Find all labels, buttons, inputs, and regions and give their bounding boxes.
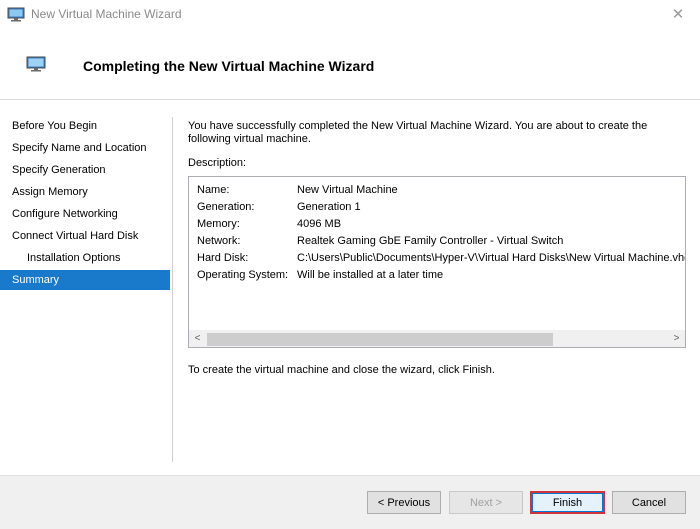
wizard-steps-sidebar: Before You Begin Specify Name and Locati… bbox=[0, 101, 172, 475]
sidebar-divider bbox=[172, 117, 173, 462]
description-value: Generation 1 bbox=[297, 201, 361, 213]
description-key: Generation: bbox=[197, 201, 255, 213]
sidebar-item-specify-name-and-location[interactable]: Specify Name and Location bbox=[0, 138, 170, 158]
horizontal-scrollbar[interactable]: < > bbox=[189, 330, 685, 347]
summary-content: You have successfully completed the New … bbox=[188, 120, 688, 146]
description-value: Will be installed at a later time bbox=[297, 269, 444, 281]
intro-text: You have successfully completed the New … bbox=[188, 120, 648, 145]
description-box[interactable]: Name: New Virtual Machine Generation: Ge… bbox=[188, 176, 686, 348]
cancel-button[interactable]: Cancel bbox=[612, 491, 686, 514]
description-key: Name: bbox=[197, 184, 230, 196]
sidebar-item-configure-networking[interactable]: Configure Networking bbox=[0, 204, 170, 224]
previous-button[interactable]: < Previous bbox=[367, 491, 441, 514]
sidebar-item-installation-options[interactable]: Installation Options bbox=[0, 248, 170, 268]
window-title: New Virtual Machine Wizard bbox=[31, 7, 182, 21]
description-key: Memory: bbox=[197, 218, 240, 230]
sidebar-item-before-you-begin[interactable]: Before You Begin bbox=[0, 116, 170, 136]
wizard-header: Completing the New Virtual Machine Wizar… bbox=[0, 28, 700, 100]
monitor-icon bbox=[7, 7, 25, 21]
scrollbar-thumb[interactable] bbox=[207, 333, 553, 346]
sidebar-item-connect-virtual-hard-disk[interactable]: Connect Virtual Hard Disk bbox=[0, 226, 170, 246]
title-bar: New Virtual Machine Wizard ✕ bbox=[0, 0, 700, 28]
finish-button[interactable]: Finish bbox=[530, 491, 605, 514]
sidebar-item-assign-memory[interactable]: Assign Memory bbox=[0, 182, 170, 202]
scroll-right-arrow-icon[interactable]: > bbox=[668, 331, 685, 347]
sidebar-item-specify-generation[interactable]: Specify Generation bbox=[0, 160, 170, 180]
close-button[interactable]: ✕ bbox=[656, 0, 700, 28]
sidebar-item-summary[interactable]: Summary bbox=[0, 270, 170, 290]
close-icon: ✕ bbox=[671, 6, 685, 23]
description-key: Network: bbox=[197, 235, 241, 247]
next-button[interactable]: Next > bbox=[449, 491, 523, 514]
description-value: C:\Users\Public\Documents\Hyper-V\Virtua… bbox=[297, 252, 686, 264]
finish-instruction: To create the virtual machine and close … bbox=[188, 364, 495, 376]
button-bar: < Previous Next > Finish Cancel bbox=[0, 476, 700, 529]
page-title: Completing the New Virtual Machine Wizar… bbox=[83, 58, 375, 74]
description-key: Hard Disk: bbox=[197, 252, 249, 264]
scroll-left-arrow-icon[interactable]: < bbox=[189, 331, 206, 347]
description-label: Description: bbox=[188, 157, 247, 169]
description-value: 4096 MB bbox=[297, 218, 342, 230]
monitor-icon bbox=[26, 56, 46, 72]
finish-button-label: Finish bbox=[532, 493, 603, 512]
description-value: New Virtual Machine bbox=[297, 184, 398, 196]
description-value: Realtek Gaming GbE Family Controller - V… bbox=[297, 235, 564, 247]
description-key: Operating System: bbox=[197, 269, 289, 281]
